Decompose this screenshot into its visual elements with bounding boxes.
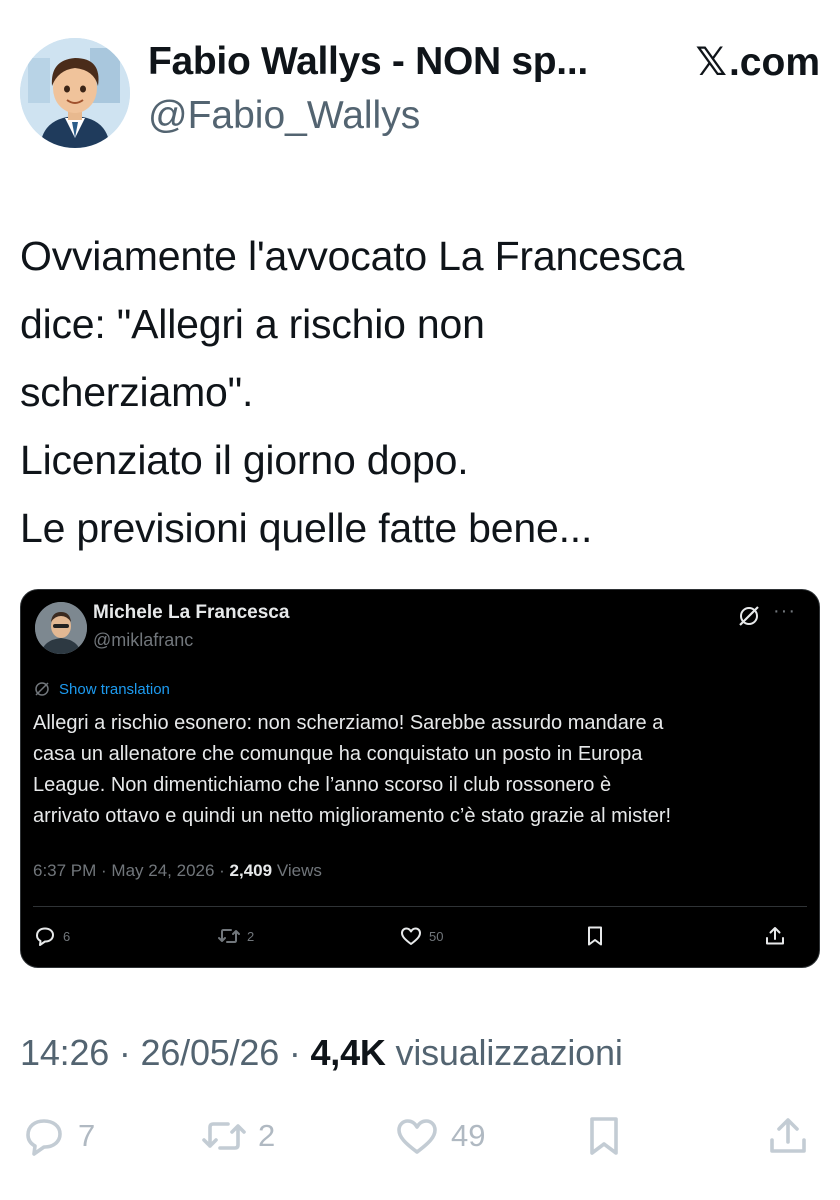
site-domain: .com (728, 41, 820, 84)
quoted-line: League. Non dimentichiamo che l’anno sco… (33, 774, 612, 796)
repost-icon (202, 1122, 246, 1150)
bookmark-icon (588, 926, 602, 946)
heart-icon (397, 1119, 437, 1154)
share-button[interactable] (764, 1112, 822, 1160)
share-icon (770, 1118, 806, 1153)
more-options-icon[interactable]: ··· (773, 600, 796, 623)
quoted-post-screenshot[interactable]: Michele La Francesca @miklafranc ··· Sho… (20, 589, 820, 968)
share-icon (766, 927, 784, 945)
repost-count: 2 (258, 1118, 276, 1153)
post-date[interactable]: 26/05/26 (141, 1032, 280, 1073)
reply-icon (26, 1119, 62, 1156)
like-button[interactable]: 49 (393, 1112, 485, 1160)
tweet-line: Ovviamente l'avvocato La Francesca (20, 233, 685, 279)
quoted-author-handle[interactable]: @miklafranc (93, 630, 193, 651)
tweet-line: scherziamo". (20, 369, 254, 415)
grok-icon[interactable] (737, 604, 761, 628)
author-avatar[interactable] (20, 38, 130, 148)
x-logo-icon: 𝕏 (695, 40, 727, 85)
quoted-bookmark-button[interactable] (583, 924, 613, 948)
quoted-reply-button[interactable]: 6 (33, 924, 70, 948)
bookmark-button[interactable] (580, 1112, 638, 1160)
quoted-author-name[interactable]: Michele La Francesca (93, 602, 289, 624)
quoted-views-count: 2,409 (229, 861, 273, 880)
tweet-line: dice: "Allegri a rischio non (20, 301, 485, 347)
repost-icon (218, 929, 240, 943)
quoted-author-avatar[interactable] (35, 602, 87, 654)
post-time[interactable]: 14:26 (20, 1032, 109, 1073)
reply-count: 7 (78, 1118, 96, 1153)
quoted-views-label: Views (276, 861, 322, 880)
quoted-reply-count: 6 (63, 928, 71, 944)
quoted-share-button[interactable] (763, 924, 793, 948)
author-name[interactable]: Fabio Wallys - NON sp... (148, 40, 588, 84)
quoted-date[interactable]: May 24, 2026 (111, 861, 214, 880)
tweet-header: Fabio Wallys - NON sp... @Fabio_Wallys 𝕏… (20, 38, 820, 153)
quoted-like-count: 50 (429, 928, 444, 944)
post-views-count: 4,4K (310, 1032, 386, 1073)
quoted-line: casa un allenatore che comunque ha conqu… (33, 743, 643, 765)
quoted-repost-count: 2 (247, 928, 255, 944)
quoted-repost-button[interactable]: 2 (217, 924, 254, 948)
translate-icon (35, 682, 49, 696)
quoted-action-bar: 6 2 50 (21, 924, 821, 954)
quoted-post-text: Allegri a rischio esonero: non scherziam… (33, 708, 809, 832)
quoted-line: arrivato ottavo e quindi un netto miglio… (33, 805, 672, 827)
reply-icon (36, 927, 54, 946)
tweet-line: Le previsioni quelle fatte bene... (20, 505, 593, 551)
reply-button[interactable]: 7 (20, 1112, 95, 1160)
post-meta: 14:26 · 26/05/26 · 4,4K visualizzazioni (20, 1032, 623, 1073)
quoted-line: Allegri a rischio esonero: non scherziam… (33, 712, 664, 734)
tweet-text: Ovviamente l'avvocato La Francesca dice:… (20, 222, 820, 562)
x-site-label: 𝕏.com (696, 40, 820, 85)
like-count: 49 (451, 1118, 486, 1153)
quoted-time[interactable]: 6:37 PM (33, 861, 96, 880)
post-action-bar: 7 2 49 (0, 1112, 840, 1168)
quoted-divider (33, 906, 807, 907)
heart-icon (401, 927, 421, 945)
bookmark-icon (590, 1117, 618, 1155)
show-translation-label: Show translation (59, 680, 170, 698)
show-translation-link[interactable]: Show translation (33, 678, 170, 700)
author-handle[interactable]: @Fabio_Wallys (148, 94, 420, 138)
quoted-post-meta: 6:37 PM · May 24, 2026 · 2,409 Views (33, 861, 322, 880)
tweet-line: Licenziato il giorno dopo. (20, 437, 469, 483)
post-views-label: visualizzazioni (395, 1032, 623, 1073)
repost-button[interactable]: 2 (200, 1112, 275, 1160)
quoted-like-button[interactable]: 50 (399, 924, 443, 948)
